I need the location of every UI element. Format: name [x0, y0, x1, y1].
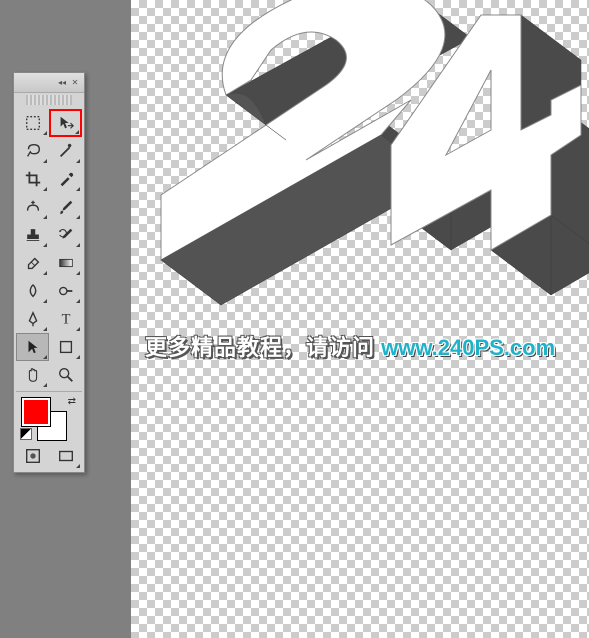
flyout-indicator [43, 215, 47, 219]
history-icon [57, 226, 75, 244]
wand-icon [57, 142, 75, 160]
eyedropper-tool[interactable] [49, 165, 82, 193]
history-brush-tool[interactable] [49, 221, 82, 249]
lasso-tool[interactable] [16, 137, 49, 165]
brush-icon [57, 198, 75, 216]
path-select-tool[interactable] [16, 333, 49, 361]
flyout-indicator [43, 271, 47, 275]
dodge-icon [57, 282, 75, 300]
flyout-indicator [76, 355, 80, 359]
eraser-tool[interactable] [16, 249, 49, 277]
svg-text:T: T [61, 312, 70, 328]
healing-icon [24, 198, 42, 216]
default-colors-icon[interactable] [20, 428, 32, 440]
flyout-indicator [43, 131, 47, 135]
canvas-area[interactable] [131, 0, 589, 638]
pen-tool[interactable] [16, 305, 49, 333]
hand-icon [24, 366, 42, 384]
shape-tool[interactable] [49, 333, 82, 361]
collapse-icon[interactable]: ◂◂ [57, 78, 67, 88]
flyout-indicator [76, 159, 80, 163]
stamp-icon [24, 226, 42, 244]
panel-grip[interactable] [26, 95, 72, 105]
flyout-indicator [76, 215, 80, 219]
flyout-indicator [76, 327, 80, 331]
flyout-indicator [43, 383, 47, 387]
screen-mode[interactable] [49, 442, 82, 470]
color-swatches: ⇄ [16, 394, 82, 442]
zoom-tool[interactable] [49, 361, 82, 389]
watermark-cn: 更多精品教程，请访问 [145, 335, 375, 360]
type-tool[interactable]: T [49, 305, 82, 333]
healing-brush-tool[interactable] [16, 193, 49, 221]
flyout-indicator [43, 243, 47, 247]
flyout-indicator [75, 130, 79, 134]
crop-icon [24, 170, 42, 188]
lasso-icon [24, 142, 42, 160]
brush-tool[interactable] [49, 193, 82, 221]
flyout-indicator [43, 299, 47, 303]
panel-header: ◂◂ ✕ [14, 73, 84, 93]
blur-tool[interactable] [16, 277, 49, 305]
marquee-tool[interactable] [16, 109, 49, 137]
tools-panel: ◂◂ ✕ [13, 72, 85, 473]
flyout-indicator [76, 243, 80, 247]
type-icon: T [57, 310, 75, 328]
flyout-indicator [76, 299, 80, 303]
dodge-tool[interactable] [49, 277, 82, 305]
flyout-indicator [43, 159, 47, 163]
flyout-indicator [76, 187, 80, 191]
flyout-indicator [76, 271, 80, 275]
gradient-tool[interactable] [49, 249, 82, 277]
marquee-icon [24, 114, 42, 132]
hand-tool[interactable] [16, 361, 49, 389]
eyedropper-icon [57, 170, 75, 188]
screen-mode-icon [57, 447, 75, 465]
standard-mode-icon [24, 447, 42, 465]
close-panel-icon[interactable]: ✕ [70, 78, 80, 88]
stamp-tool[interactable] [16, 221, 49, 249]
standard-mode[interactable] [16, 442, 49, 470]
foreground-color[interactable] [22, 398, 50, 426]
shape-icon [57, 338, 75, 356]
pen-icon [24, 310, 42, 328]
divider [16, 391, 82, 392]
flyout-indicator [43, 327, 47, 331]
magic-wand-tool[interactable] [49, 137, 82, 165]
watermark-url: www.240PS.com [375, 335, 555, 360]
swap-colors-icon[interactable]: ⇄ [68, 396, 76, 407]
crop-tool[interactable] [16, 165, 49, 193]
watermark-text: 更多精品教程，请访问 www.240PS.com [131, 330, 589, 362]
flyout-indicator [76, 464, 80, 468]
move-tool[interactable] [49, 109, 82, 137]
gradient-icon [57, 254, 75, 272]
eraser-icon [24, 254, 42, 272]
move-icon [57, 114, 75, 132]
pathselect-icon [24, 338, 42, 356]
flyout-indicator [43, 187, 47, 191]
flyout-indicator [43, 355, 47, 359]
zoom-icon [57, 366, 75, 384]
blur-icon [24, 282, 42, 300]
tools-grid: T ⇄ [14, 107, 84, 472]
